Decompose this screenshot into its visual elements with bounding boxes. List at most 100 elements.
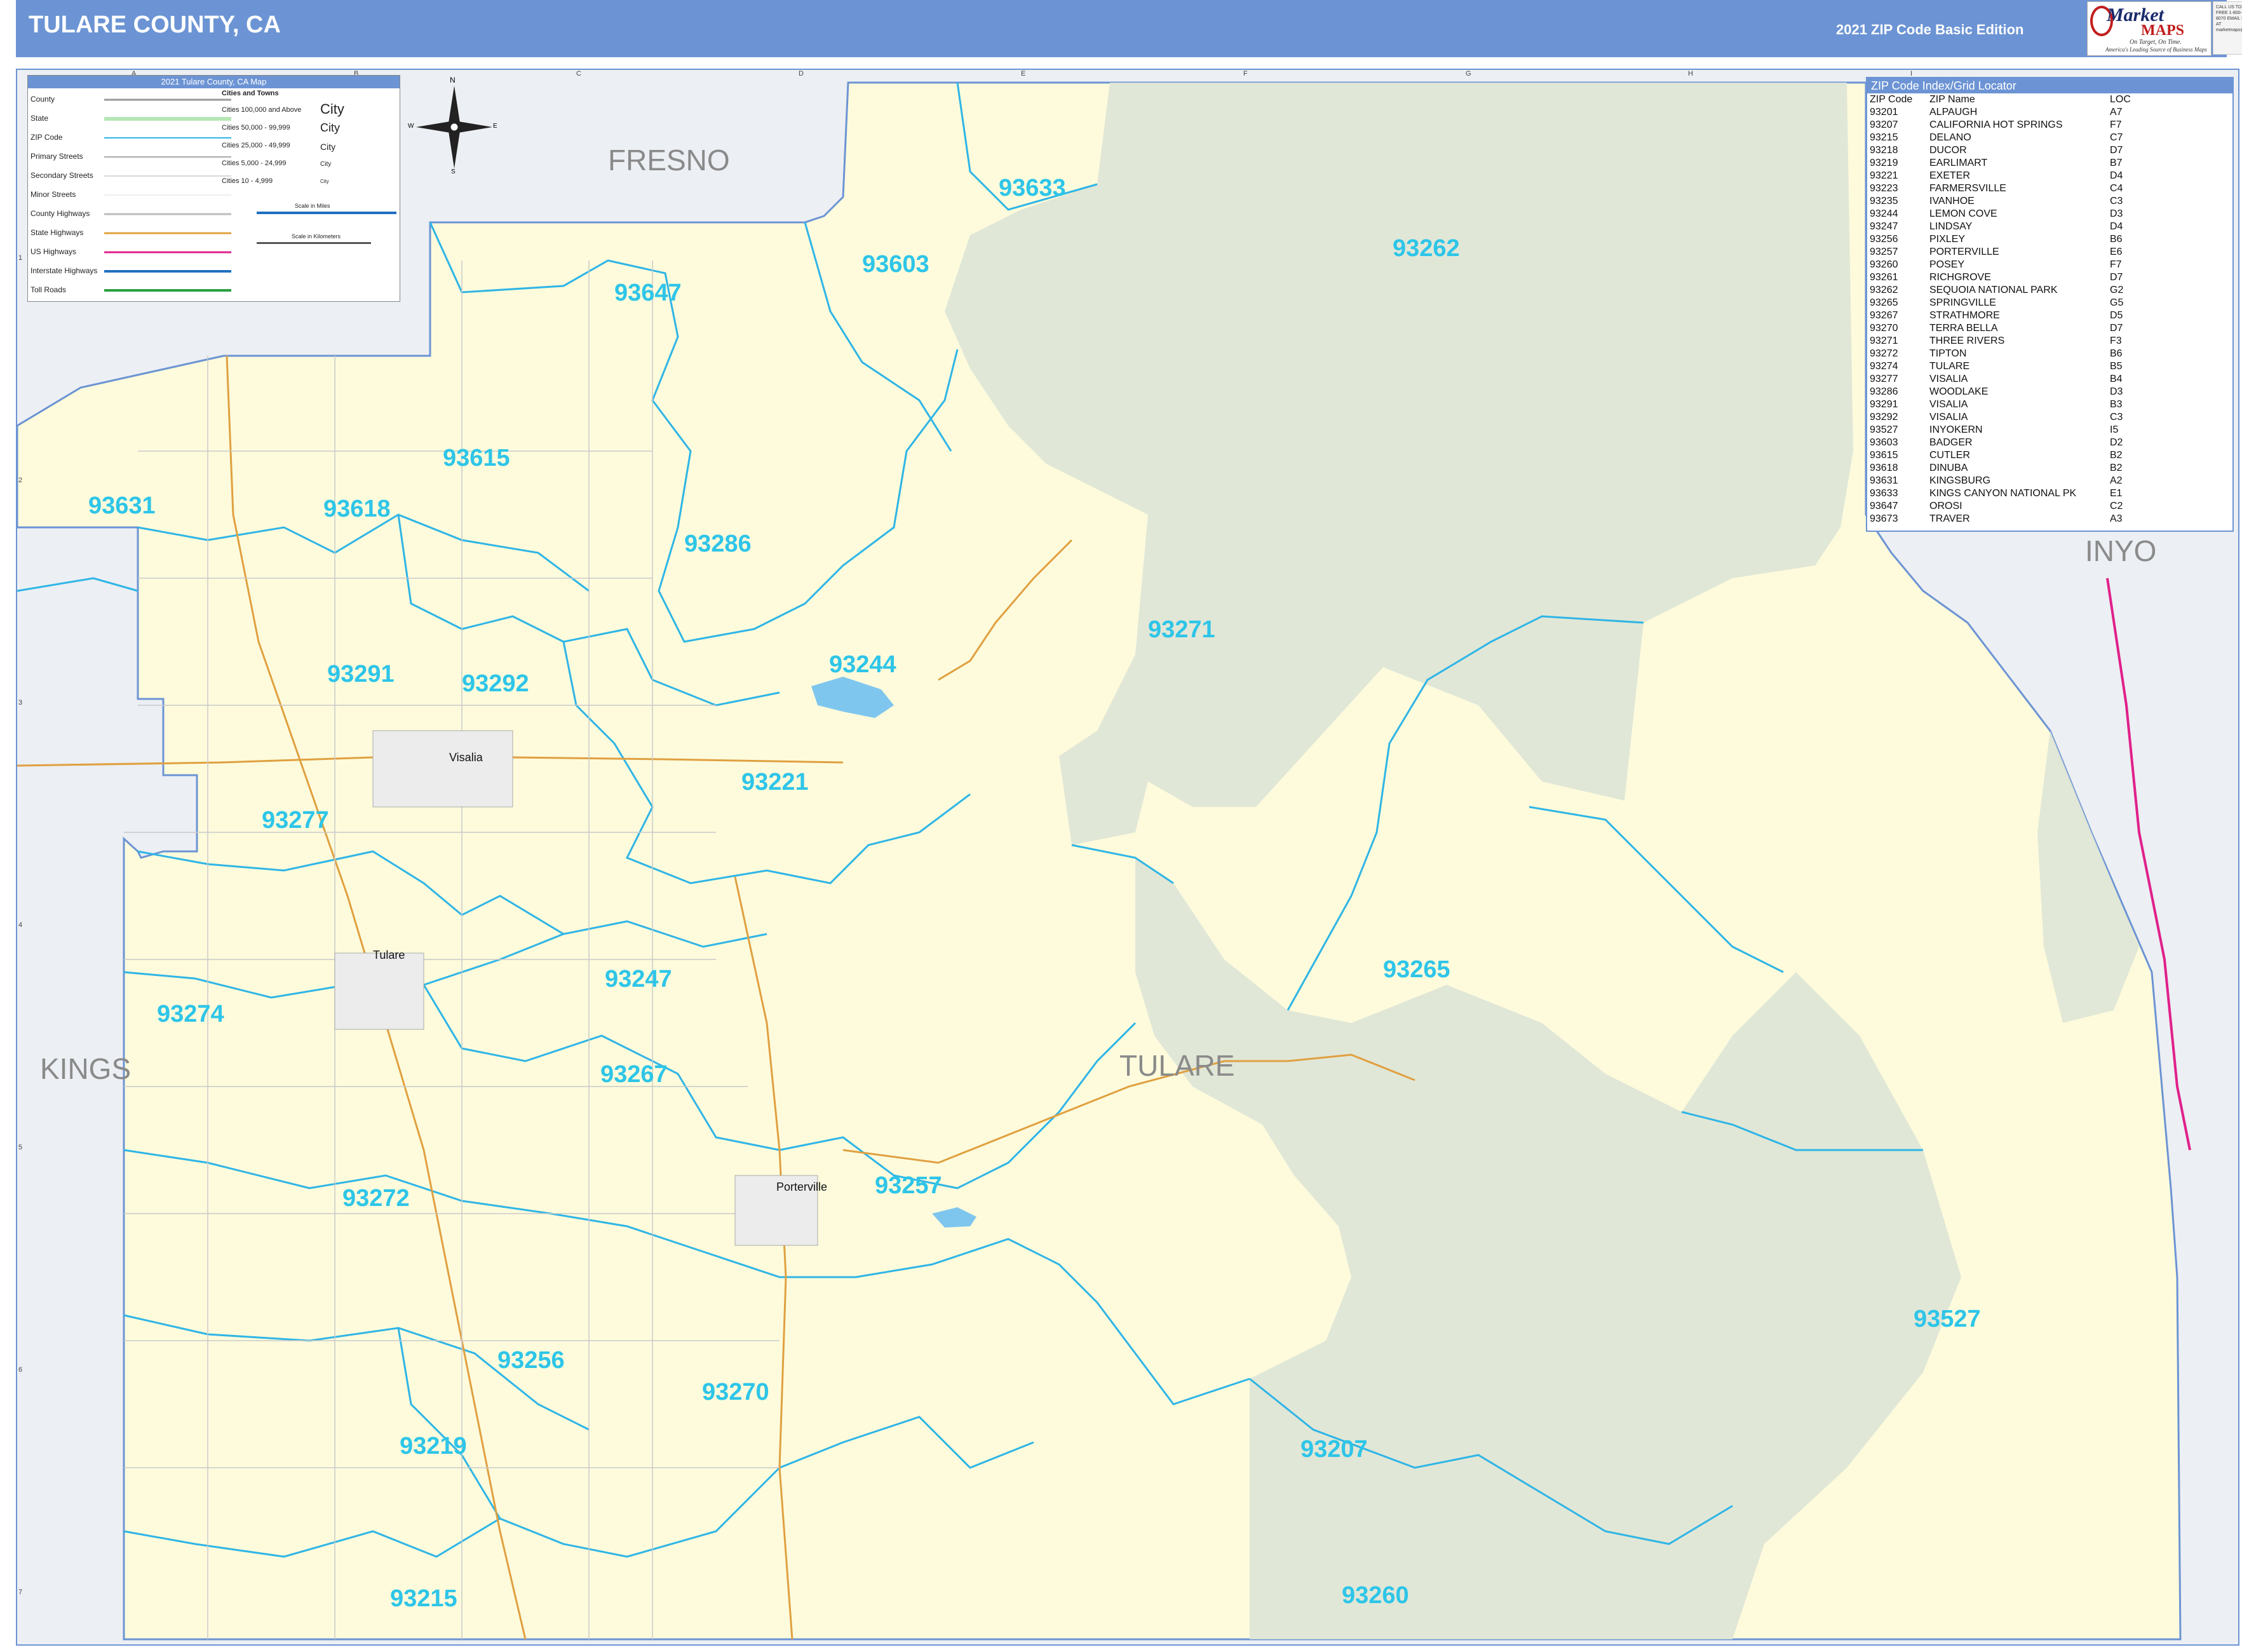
zip-index-loc: B3 — [2110, 399, 2123, 410]
legend-minor-streets: Minor Streets — [30, 190, 76, 199]
zip-index-row: 93223 FARMERSVILLE C4 — [1867, 182, 2232, 195]
legend-scale-bar-km — [257, 242, 371, 244]
zip-index-loc: E1 — [2110, 488, 2123, 499]
grid-col-e: E — [1021, 70, 1026, 78]
zip-label-93274: 93274 — [157, 1001, 224, 1027]
zip-index-loc: C3 — [2110, 412, 2123, 423]
zip-index-name: CUTLER — [1929, 450, 1971, 461]
zip-index-loc: B2 — [2110, 463, 2123, 473]
grid-row-3: 3 — [18, 699, 23, 707]
zip-index-row: 93603 BADGER D2 — [1867, 437, 2232, 449]
zip-index-zip: 93265 — [1870, 297, 1898, 308]
zip-index-row: 93215 DELANO C7 — [1867, 132, 2232, 144]
zip-index-row: 93527 INYOKERN I5 — [1867, 424, 2232, 437]
zip-index-row: 93673 TRAVER A3 — [1867, 513, 2232, 525]
region-kings: KINGS — [40, 1052, 132, 1085]
zip-index-name: THREE RIVERS — [1929, 335, 2005, 346]
city-label-visalia: Visalia — [449, 751, 483, 764]
city-label-porterville: Porterville — [776, 1181, 828, 1193]
zip-index-row: 93247 LINDSAY D4 — [1867, 220, 2232, 233]
zip-label-93270: 93270 — [702, 1379, 769, 1405]
zip-index-zip: 93631 — [1870, 475, 1898, 486]
zip-index-row: 93244 LEMON COVE D3 — [1867, 208, 2232, 220]
zip-index-loc: D7 — [2110, 272, 2123, 283]
zip-index-zip: 93267 — [1870, 310, 1898, 321]
zip-index-row: 93221 EXETER D4 — [1867, 170, 2232, 182]
zip-index-name: TRAVER — [1929, 513, 1970, 524]
zip-index-row: 93615 CUTLER B2 — [1867, 449, 2232, 462]
zip-index-row: 93271 THREE RIVERS F3 — [1867, 335, 2232, 348]
zip-index-rows: 93201 ALPAUGH A7 93207 CALIFORNIA HOT SPRING… — [1867, 106, 2232, 525]
logo-maps: MAPS — [2141, 22, 2184, 39]
zip-label-93618: 93618 — [323, 496, 391, 522]
zip-label-93215: 93215 — [390, 1585, 457, 1612]
zip-label-93219: 93219 — [400, 1433, 467, 1459]
zip-index-name: FARMERSVILLE — [1929, 183, 2006, 194]
header-bar: TULARE COUNTY, CA 2021 ZIP Code Basic Ed… — [16, 0, 2242, 57]
zip-index-row: 93291 VISALIA B3 — [1867, 398, 2232, 411]
zip-index-row: 93277 VISALIA B4 — [1867, 373, 2232, 386]
legend-toll-roads: Toll Roads — [30, 285, 67, 294]
zip-index-loc: A7 — [2110, 107, 2123, 118]
legend-city-class-2: Cities 50,000 - 99,999 — [222, 124, 290, 132]
zip-index-zip: 93292 — [1870, 412, 1898, 423]
zip-index-loc: D2 — [2110, 437, 2123, 448]
zip-index-row: 93272 TIPTON B6 — [1867, 348, 2232, 360]
legend-city-sample-5: City — [320, 179, 329, 184]
legend-scale-miles: Scale in Miles — [295, 203, 330, 209]
compass-e: E — [493, 123, 497, 130]
zip-label-93286: 93286 — [684, 531, 752, 557]
compass-w: W — [408, 123, 414, 130]
grid-col-c: C — [576, 70, 581, 78]
legend-secondary-streets: Secondary Streets — [30, 171, 93, 180]
zip-index-loc: B6 — [2110, 234, 2123, 245]
zip-index-name: PIXLEY — [1929, 234, 1966, 245]
grid-row-4: 4 — [18, 921, 23, 929]
zip-index-zip: 93291 — [1870, 399, 1898, 410]
zip-index-name: RICHGROVE — [1929, 272, 1991, 283]
zip-index-name: DELANO — [1929, 132, 1971, 143]
zip-index-loc: D5 — [2110, 310, 2123, 321]
zip-index-loc: D3 — [2110, 386, 2123, 397]
region-inyo: INYO — [2085, 534, 2157, 567]
zip-index-row: 93261 RICHGROVE D7 — [1867, 271, 2232, 284]
zip-index-name: KINGSBURG — [1929, 475, 1991, 486]
zip-label-93272: 93272 — [342, 1185, 410, 1212]
legend-county-highways: County Highways — [30, 209, 90, 218]
zip-index-name: SEQUOIA NATIONAL PARK — [1929, 285, 2058, 295]
zip-index-name: PORTERVILLE — [1929, 247, 1999, 257]
zip-label-93527: 93527 — [1914, 1306, 1981, 1332]
legend-city-class-4: Cities 5,000 - 24,999 — [222, 159, 287, 167]
zip-index-loc: F3 — [2110, 335, 2122, 346]
zip-index-zip: 93218 — [1870, 145, 1898, 156]
zip-index-row: 93631 KINGSBURG A2 — [1867, 475, 2232, 487]
zip-index-row: 93647 OROSI C2 — [1867, 500, 2232, 513]
zip-index-row: 93262 SEQUOIA NATIONAL PARK G2 — [1867, 284, 2232, 297]
zip-index-loc: D4 — [2110, 221, 2123, 232]
zip-index-header: ZIP Code ZIP Name LOC — [1867, 93, 2232, 106]
zip-index-name: DINUBA — [1929, 463, 1968, 473]
zip-index-name: VISALIA — [1929, 399, 1968, 410]
legend-city-class-3: Cities 25,000 - 49,999 — [222, 142, 290, 149]
zip-index-row: 93235 IVANHOE C3 — [1867, 195, 2232, 208]
zip-index-zip: 93618 — [1870, 463, 1898, 473]
zip-index-row: 93260 POSEY F7 — [1867, 259, 2232, 271]
zip-label-93647: 93647 — [614, 280, 682, 306]
zip-index-loc: G2 — [2110, 285, 2124, 295]
zip-index-zip: 93262 — [1870, 285, 1898, 295]
zip-index-loc: B2 — [2110, 450, 2123, 461]
zip-index-loc: I5 — [2110, 424, 2119, 435]
zip-index-name: EXETER — [1929, 170, 1971, 181]
zip-label-93207: 93207 — [1300, 1436, 1368, 1463]
zip-label-93221: 93221 — [741, 769, 809, 796]
grid-col-g: G — [1466, 70, 1471, 78]
zip-index-loc: E6 — [2110, 247, 2123, 257]
zip-index-name: ALPAUGH — [1929, 107, 1978, 118]
zip-index-row: 93218 DUCOR D7 — [1867, 144, 2232, 157]
legend-city-sample-4: City — [320, 161, 332, 168]
grid-row-7: 7 — [18, 1588, 23, 1596]
zip-index-loc: F7 — [2110, 119, 2122, 130]
zip-index-zip: 93615 — [1870, 450, 1898, 461]
contact-box: CALL US TOLL FREE 1-800-334-8070 EMAIL U… — [2213, 1, 2242, 55]
visalia-city-area — [372, 730, 513, 808]
